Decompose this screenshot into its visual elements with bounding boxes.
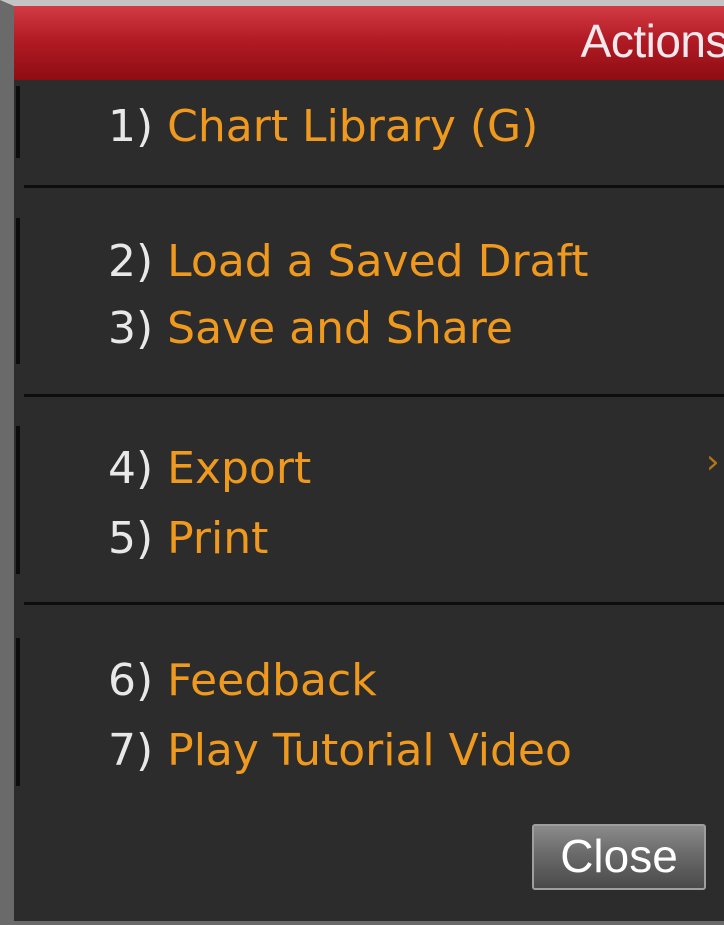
menu-item-export[interactable]: 4) Export — [108, 438, 311, 500]
menu-item-number: 4) — [108, 443, 154, 494]
chevron-right-icon[interactable]: › — [706, 442, 720, 482]
menu-item-chart-library[interactable]: 1) Chart Library (G) — [108, 96, 538, 158]
menu-item-label: Export — [153, 443, 312, 494]
menu-item-save-and-share[interactable]: 3) Save and Share — [108, 298, 513, 360]
menu-item-number: 6) — [108, 655, 154, 706]
menu-item-print[interactable]: 5) Print — [108, 508, 268, 570]
actions-menu-panel: Actions 1) Chart Library (G) 2) Load a S… — [0, 0, 724, 925]
menu-item-play-tutorial-video[interactable]: 7) Play Tutorial Video — [108, 720, 572, 782]
group-indicator-1 — [16, 86, 20, 158]
divider-3 — [24, 602, 724, 605]
divider-1 — [24, 185, 724, 188]
menu-item-number: 7) — [108, 725, 154, 776]
menu-item-label: Load a Saved Draft — [153, 236, 589, 287]
group-indicator-3 — [16, 426, 20, 574]
menu-item-label: Print — [153, 513, 269, 564]
title-bar: Actions — [14, 6, 724, 80]
menu-item-label: Play Tutorial Video — [153, 725, 572, 776]
menu-item-number: 5) — [108, 513, 154, 564]
menu-item-number: 3) — [108, 303, 154, 354]
menu-item-label: Feedback — [153, 655, 377, 706]
divider-2 — [24, 394, 724, 397]
menu-title: Actions — [580, 15, 724, 67]
menu-item-number: 2) — [108, 236, 154, 287]
close-button[interactable]: Close — [532, 824, 706, 890]
menu-item-load-saved-draft[interactable]: 2) Load a Saved Draft — [108, 231, 588, 293]
menu-item-label: Chart Library (G) — [153, 101, 539, 152]
menu-item-feedback[interactable]: 6) Feedback — [108, 650, 377, 712]
group-indicator-4 — [16, 638, 20, 786]
menu-item-label: Save and Share — [153, 303, 513, 354]
group-indicator-2 — [16, 218, 20, 364]
menu-item-number: 1) — [108, 101, 154, 152]
